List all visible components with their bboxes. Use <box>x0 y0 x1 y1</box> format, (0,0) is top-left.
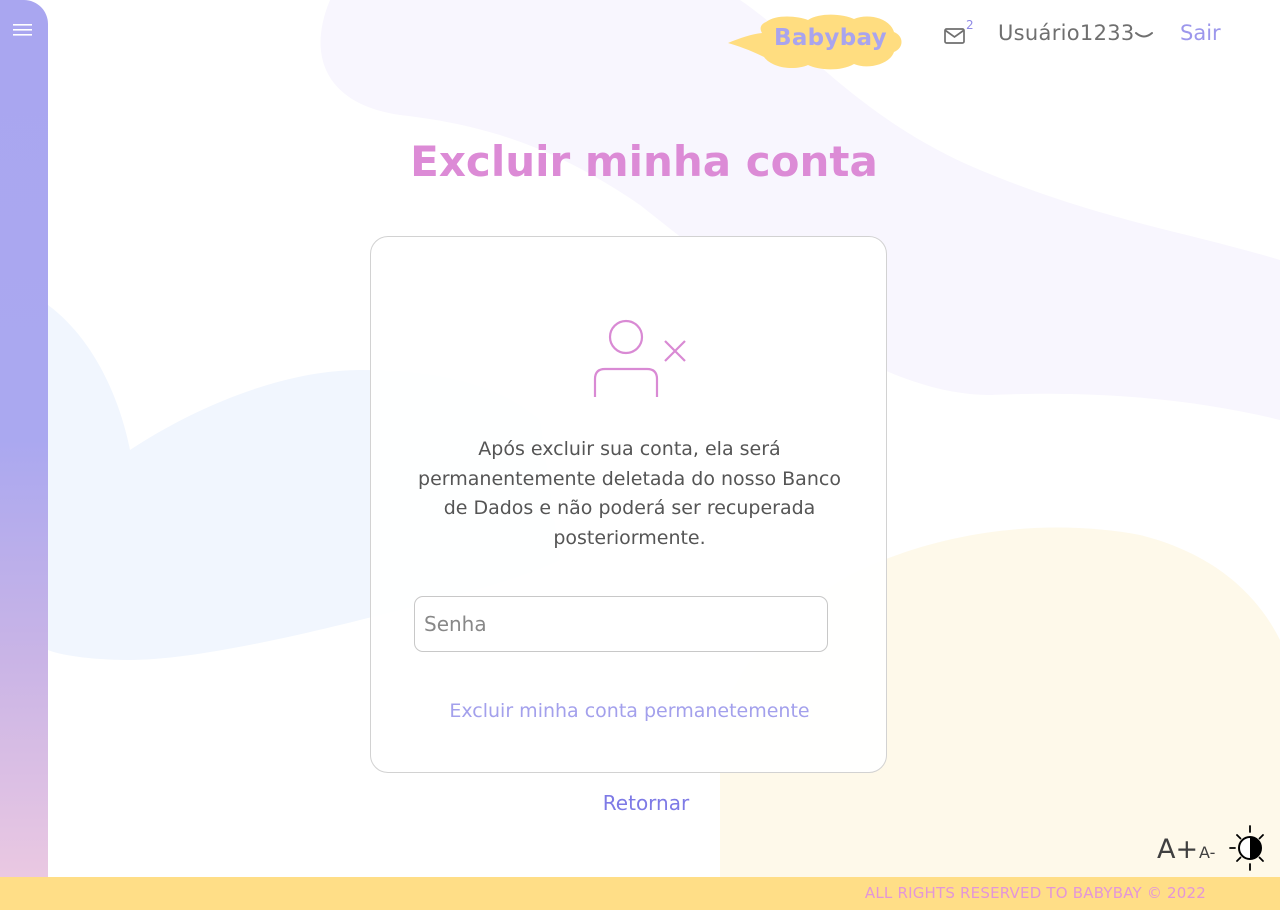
warning-message: Após excluir sua conta, ela será permane… <box>418 438 841 549</box>
page-title: Excluir minha conta <box>410 137 878 186</box>
username-menu[interactable]: Usuário1233 <box>998 21 1135 45</box>
sidebar <box>0 0 48 877</box>
user-remove-icon <box>593 319 686 397</box>
delete-account-button[interactable]: Excluir minha conta permanetemente <box>371 700 888 722</box>
hamburger-menu-icon[interactable] <box>13 22 35 38</box>
increase-font-button[interactable]: A+ <box>1157 834 1198 865</box>
messages-button[interactable]: 2 <box>943 18 977 50</box>
copyright-text: ALL RIGHTS RESERVED TO BABYBAY © 2022 <box>864 884 1206 902</box>
footer: ALL RIGHTS RESERVED TO BABYBAY © 2022 <box>0 877 1280 910</box>
logo-text: Babybay <box>774 25 887 51</box>
password-input[interactable] <box>414 596 828 652</box>
delete-account-card: Após excluir sua conta, ela será permane… <box>370 236 887 773</box>
logout-link[interactable]: Sair <box>1180 21 1221 45</box>
return-link[interactable]: Retornar <box>0 791 1280 815</box>
contrast-icon[interactable] <box>1228 824 1268 872</box>
mail-icon <box>944 28 965 44</box>
decrease-font-button[interactable]: A- <box>1199 843 1215 862</box>
mail-count-badge: 2 <box>966 18 974 32</box>
logo[interactable]: Babybay <box>728 12 904 72</box>
chevron-down-icon[interactable] <box>1135 31 1153 41</box>
